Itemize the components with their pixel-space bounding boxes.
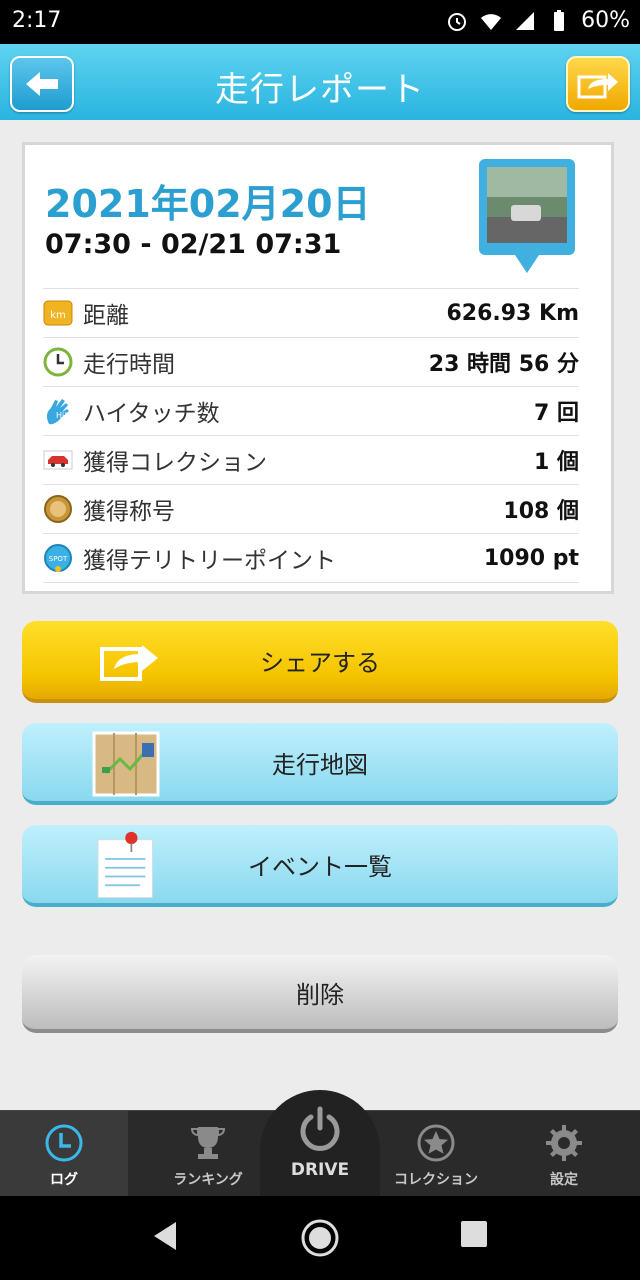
stat-label: 獲得称号 bbox=[83, 499, 175, 525]
stat-label: 走行時間 bbox=[83, 352, 175, 378]
km-icon: km bbox=[43, 298, 73, 328]
share-label: シェアする bbox=[260, 648, 380, 677]
tab-label: ランキング bbox=[173, 1172, 243, 1188]
battery-icon bbox=[554, 9, 565, 31]
drive-map-label: 走行地図 bbox=[272, 750, 368, 779]
page-title: 走行レポート bbox=[215, 70, 425, 110]
stat-value: 108 個 bbox=[503, 499, 579, 524]
report-card: 2021年02月20日 07:30 - 02/21 07:31 km 距離 62… bbox=[22, 142, 614, 594]
medal-icon bbox=[43, 494, 73, 524]
map-icon bbox=[92, 731, 160, 797]
stat-label: 獲得テリトリーポイント bbox=[83, 548, 336, 574]
tab-label: 設定 bbox=[550, 1172, 578, 1188]
svg-text:km: km bbox=[50, 310, 66, 321]
car-icon bbox=[43, 445, 73, 475]
share-icon bbox=[577, 73, 618, 99]
stat-row-high-touch: Hi! ハイタッチ数 7 回 bbox=[43, 386, 579, 435]
stats-list: km 距離 626.93 Km 走行時間 23 時間 56 分 Hi! ハイタッ… bbox=[43, 288, 579, 583]
report-time-range: 07:30 - 02/21 07:31 bbox=[45, 229, 342, 260]
stat-row-distance: km 距離 626.93 Km bbox=[43, 288, 579, 337]
tab-settings[interactable]: 設定 bbox=[500, 1111, 628, 1197]
svg-text:Hi!: Hi! bbox=[56, 411, 67, 420]
photo-pin-icon[interactable] bbox=[479, 159, 575, 281]
tab-collection[interactable]: コレクション bbox=[372, 1111, 500, 1197]
gear-icon bbox=[546, 1125, 582, 1161]
stat-label: ハイタッチ数 bbox=[83, 401, 220, 427]
stat-label: 距離 bbox=[83, 303, 129, 329]
stat-row-titles: 獲得称号 108 個 bbox=[43, 484, 579, 533]
wifi-icon bbox=[481, 13, 502, 30]
delete-label: 削除 bbox=[296, 980, 344, 1009]
stat-value: 1 個 bbox=[534, 450, 579, 475]
memo-pin-icon bbox=[97, 831, 153, 898]
stat-row-territory: SPOT 獲得テリトリーポイント 1090 pt bbox=[43, 533, 579, 583]
tab-ranking[interactable]: ランキング bbox=[144, 1111, 272, 1197]
delete-button[interactable]: 削除 bbox=[22, 955, 618, 1033]
event-list-label: イベント一覧 bbox=[248, 852, 392, 881]
clock-icon bbox=[45, 1124, 83, 1162]
header-share-button[interactable] bbox=[566, 56, 630, 112]
status-time: 2:17 bbox=[12, 8, 62, 33]
trophy-icon bbox=[190, 1127, 226, 1159]
stat-value: 23 時間 56 分 bbox=[428, 352, 579, 377]
hi-five-icon: Hi! bbox=[43, 396, 73, 426]
stat-value: 7 回 bbox=[534, 401, 579, 426]
status-bar: 2:17 60% bbox=[0, 0, 640, 44]
share-icon bbox=[100, 645, 158, 681]
tab-log[interactable]: ログ bbox=[0, 1111, 128, 1197]
power-icon bbox=[300, 1106, 340, 1151]
clock-icon bbox=[43, 347, 73, 377]
event-list-button[interactable]: イベント一覧 bbox=[22, 825, 618, 907]
nav-home-icon[interactable] bbox=[300, 1218, 340, 1258]
drive-button[interactable]: DRIVE bbox=[260, 1090, 380, 1200]
stat-row-drive-time: 走行時間 23 時間 56 分 bbox=[43, 337, 579, 386]
battery-percent: 60% bbox=[581, 8, 630, 33]
signal-icon bbox=[516, 11, 535, 30]
title-bar: 走行レポート bbox=[0, 44, 640, 120]
svg-text:SPOT: SPOT bbox=[49, 555, 68, 563]
stat-value: 626.93 Km bbox=[446, 300, 579, 326]
spot-icon: SPOT bbox=[43, 543, 73, 573]
alarm-icon bbox=[448, 12, 467, 31]
system-nav-bar bbox=[0, 1196, 640, 1280]
tab-label: コレクション bbox=[394, 1172, 478, 1188]
share-button[interactable]: シェアする bbox=[22, 621, 618, 703]
nav-back-icon[interactable] bbox=[150, 1220, 180, 1252]
drive-label: DRIVE bbox=[290, 1160, 350, 1180]
report-date: 2021年02月20日 bbox=[45, 182, 371, 226]
tab-label: ログ bbox=[50, 1172, 78, 1188]
nav-recents-icon[interactable] bbox=[460, 1220, 488, 1248]
stat-row-collection: 獲得コレクション 1 個 bbox=[43, 435, 579, 484]
star-icon bbox=[417, 1124, 455, 1162]
stat-label: 獲得コレクション bbox=[83, 450, 267, 476]
drive-map-button[interactable]: 走行地図 bbox=[22, 723, 618, 805]
stat-value: 1090 pt bbox=[483, 545, 579, 571]
